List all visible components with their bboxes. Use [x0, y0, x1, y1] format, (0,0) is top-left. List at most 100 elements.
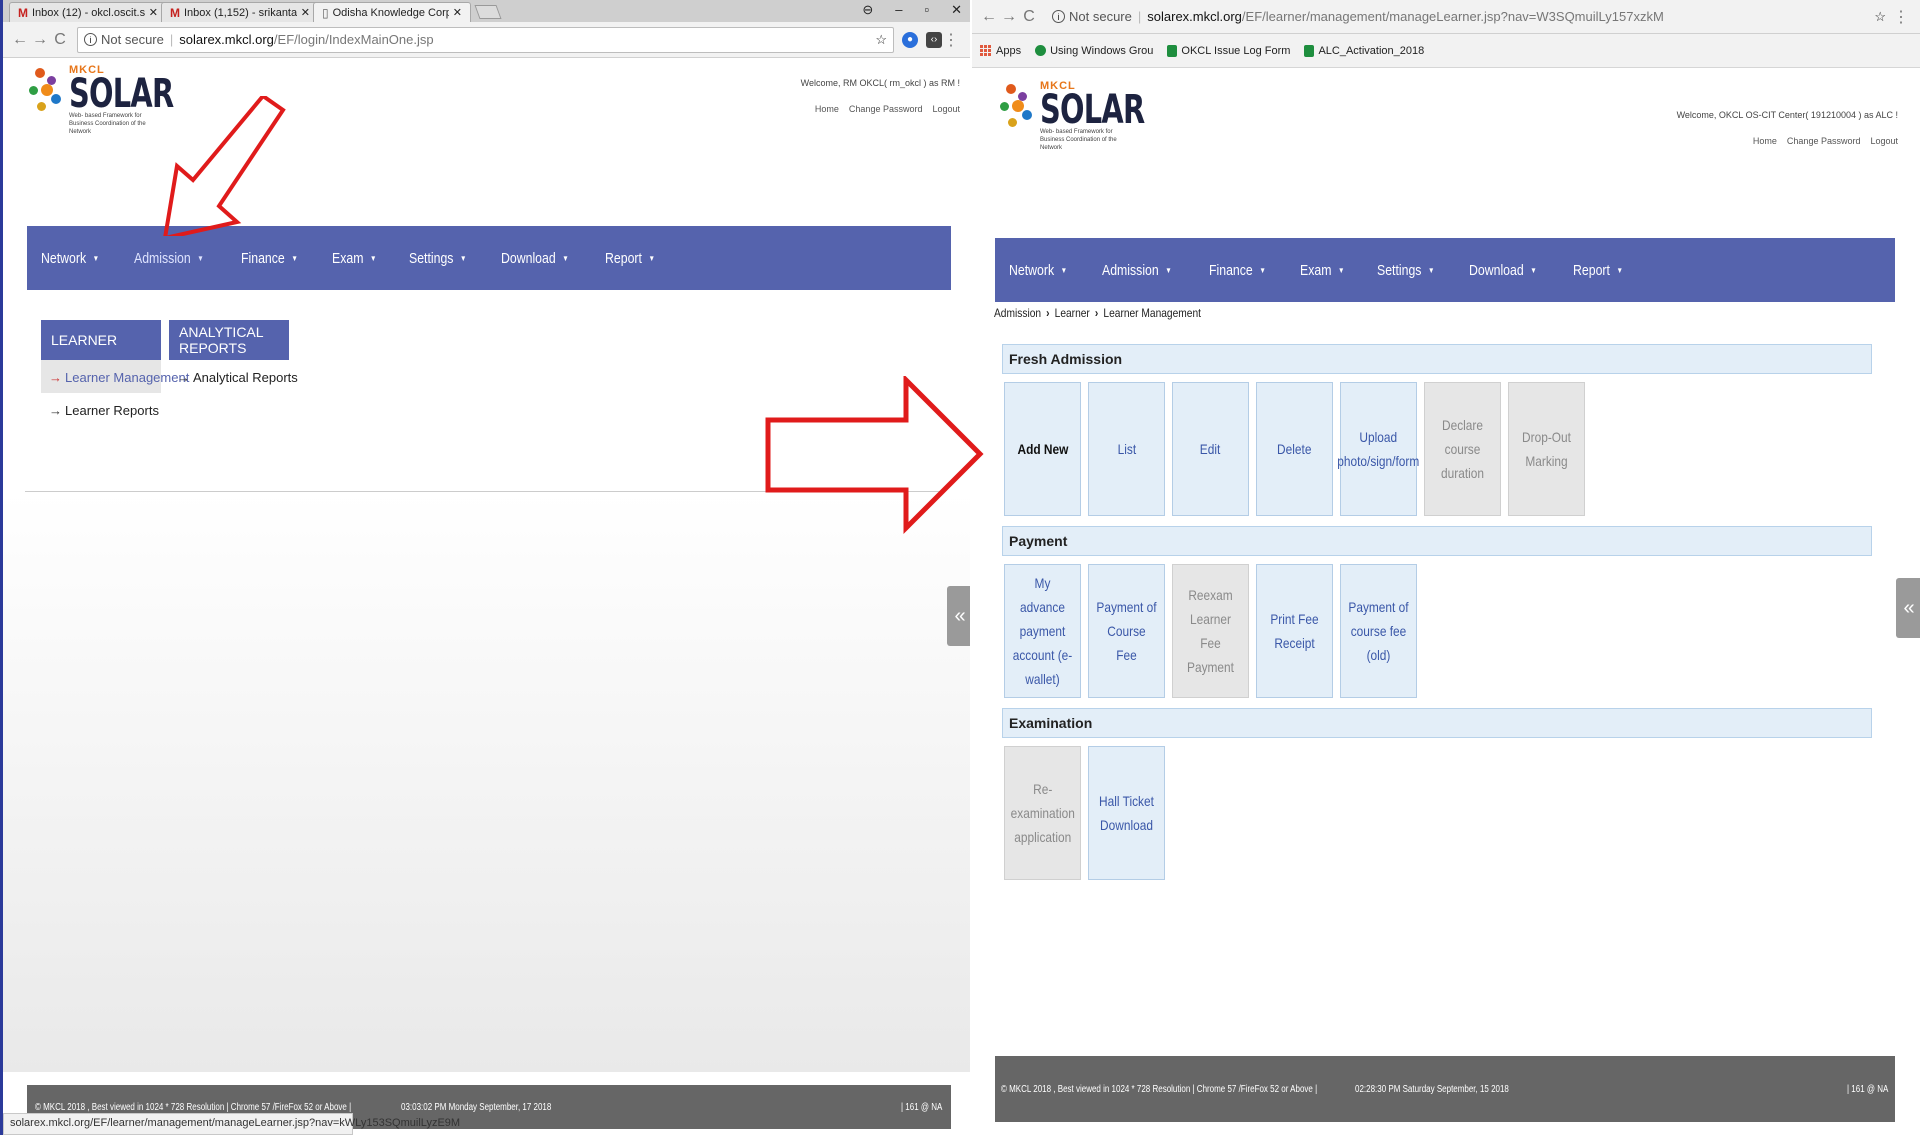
forward-icon[interactable]: → [1000, 8, 1018, 26]
menu-dots-icon[interactable]: ⋮ [942, 30, 960, 50]
nav-download[interactable]: Download ▼ [501, 250, 569, 267]
analytical-reports-link[interactable]: → Analytical Reports [169, 360, 298, 393]
close-icon[interactable]: ✕ [301, 6, 310, 19]
add-new-tile[interactable]: Add New [1004, 382, 1081, 516]
menu-dots-icon[interactable]: ⋮ [1892, 7, 1910, 27]
dropdown-col-learner: LEARNER → Learner Management → Learner Rep… [41, 320, 189, 426]
extension-icon[interactable]: ● [902, 31, 918, 48]
footer-datetime: 03:03:02 PM Monday September, 17 2018 [401, 1101, 552, 1113]
brand-name: SOLAR [1040, 87, 1145, 133]
caret-down-icon: ▼ [1616, 265, 1624, 275]
close-icon[interactable]: ✕ [149, 6, 158, 19]
nav-settings[interactable]: Settings ▼ [409, 250, 467, 267]
nav-network[interactable]: Network ▼ [41, 250, 99, 267]
star-icon[interactable]: ☆ [1874, 9, 1886, 25]
caret-down-icon: ▼ [1165, 265, 1172, 275]
upload-photo-tile[interactable]: Upload photo/sign/form [1337, 382, 1420, 516]
tab-strip: M Inbox (12) - okcl.oscit.srik ✕ M Inbox… [3, 0, 970, 22]
breadcrumb-current: Learner Management [1103, 306, 1201, 320]
nav-exam[interactable]: Exam ▼ [332, 250, 376, 267]
close-window-icon[interactable]: ✕ [951, 2, 962, 18]
nav-report[interactable]: Report ▼ [1573, 262, 1623, 279]
gmail-icon: M [170, 5, 180, 20]
learner-reports-link[interactable]: → Learner Reports [41, 393, 161, 426]
tab-inbox-2[interactable]: M Inbox (1,152) - srikantas ✕ [161, 2, 319, 22]
bookmark-alc-activation[interactable]: ALC_Activation_2018 [1304, 44, 1424, 57]
address-bar[interactable]: i Not secure | solarex.mkcl.org /EF/lear… [1046, 4, 1892, 30]
back-icon[interactable]: ← [980, 8, 998, 26]
hall-ticket-download-tile[interactable]: Hall Ticket Download [1088, 746, 1165, 880]
breadcrumb-admission[interactable]: Admission [994, 306, 1041, 320]
section-payment: Payment [1002, 526, 1872, 556]
solar-logo-mark-icon [27, 64, 67, 136]
breadcrumb-learner[interactable]: Learner [1055, 306, 1090, 320]
info-icon[interactable]: i [1052, 10, 1065, 23]
edit-tile[interactable]: Edit [1172, 382, 1249, 516]
bookmark-windows-group[interactable]: Using Windows Grou [1035, 45, 1153, 57]
nav-network[interactable]: Network ▼ [1009, 262, 1067, 279]
list-tile[interactable]: List [1088, 382, 1165, 516]
browser-toolbar: ← → C i Not secure | solarex.mkcl.org /E… [3, 22, 970, 58]
change-password-link[interactable]: Change Password [849, 104, 923, 114]
sheet-icon [1167, 44, 1178, 57]
reload-icon[interactable]: C [1020, 8, 1038, 26]
tab-label: Inbox (12) - okcl.oscit.srik [32, 6, 145, 19]
footer-copyright: © MKCL 2018 , Best viewed in 1024 * 728 … [1001, 1083, 1318, 1095]
payment-course-fee-old-tile[interactable]: Payment of course fee (old) [1340, 564, 1417, 698]
caret-down-icon: ▼ [1338, 265, 1345, 275]
nav-settings[interactable]: Settings ▼ [1377, 262, 1435, 279]
delete-tile[interactable]: Delete [1256, 382, 1333, 516]
account-icon[interactable]: ⊖ [862, 2, 873, 18]
sidebar-toggle-button[interactable]: « [1896, 578, 1920, 638]
change-password-link[interactable]: Change Password [1787, 136, 1861, 146]
security-label: Not secure [1069, 9, 1132, 24]
nav-report[interactable]: Report ▼ [605, 250, 655, 267]
address-bar[interactable]: i Not secure | solarex.mkcl.org /EF/logi… [77, 26, 894, 53]
arrow-right-icon: → [49, 403, 62, 418]
reload-icon[interactable]: C [51, 31, 69, 49]
tab-inbox-1[interactable]: M Inbox (12) - okcl.oscit.srik ✕ [9, 2, 167, 22]
home-link[interactable]: Home [1753, 136, 1777, 146]
star-icon[interactable]: ☆ [875, 32, 887, 48]
doc-icon: ▯ [322, 5, 329, 20]
info-icon[interactable]: i [84, 33, 97, 46]
home-link[interactable]: Home [815, 104, 839, 114]
caret-down-icon: ▼ [1060, 265, 1068, 275]
caret-down-icon: ▼ [648, 253, 656, 263]
back-icon[interactable]: ← [11, 31, 29, 49]
minimize-icon[interactable]: – [895, 2, 902, 18]
apps-grid-icon [980, 44, 992, 57]
nav-exam[interactable]: Exam ▼ [1300, 262, 1344, 279]
sidebar-toggle-button[interactable]: « [947, 586, 970, 646]
nav-finance[interactable]: Finance ▼ [241, 250, 298, 267]
restore-icon[interactable]: ▫ [924, 2, 929, 18]
chevron-right-icon: › [1046, 306, 1050, 320]
print-fee-receipt-tile[interactable]: Print Fee Receipt [1256, 564, 1333, 698]
caret-down-icon: ▼ [562, 253, 569, 263]
bookmark-apps[interactable]: Apps [980, 44, 1021, 57]
arrow-right-icon: → [49, 370, 62, 385]
browser-toolbar: ← → C i Not secure | solarex.mkcl.org /E… [972, 0, 1920, 34]
bookmark-issue-log[interactable]: OKCL Issue Log Form [1167, 44, 1290, 57]
nav-admission[interactable]: Admission ▼ [1102, 262, 1172, 279]
nav-admission[interactable]: Admission ▼ [134, 250, 204, 267]
footer-copyright: © MKCL 2018 , Best viewed in 1024 * 728 … [35, 1101, 352, 1113]
nav-download[interactable]: Download ▼ [1469, 262, 1537, 279]
new-tab-button[interactable] [474, 5, 502, 19]
breadcrumb: Admission › Learner › Learner Management [994, 306, 1201, 320]
payment-course-fee-tile[interactable]: Payment of Course Fee [1088, 564, 1165, 698]
user-links: Home Change Password Logout [815, 104, 960, 114]
nav-finance[interactable]: Finance ▼ [1209, 262, 1266, 279]
url-host: solarex.mkcl.org [1147, 9, 1242, 24]
forward-icon[interactable]: → [31, 31, 49, 49]
gmail-icon: M [18, 5, 28, 20]
tab-okcl[interactable]: ▯ Odisha Knowledge Corp ✕ [313, 2, 471, 22]
learner-management-link[interactable]: → Learner Management [41, 360, 189, 393]
logout-link[interactable]: Logout [1870, 136, 1898, 146]
footer-server: | 161 @ NA [901, 1101, 943, 1113]
extension-code-icon[interactable]: ‹› [926, 31, 942, 48]
e-wallet-tile[interactable]: My advance payment account (e-wallet) [1004, 564, 1081, 698]
globe-icon [1035, 45, 1047, 56]
logout-link[interactable]: Logout [932, 104, 960, 114]
close-icon[interactable]: ✕ [453, 6, 462, 19]
